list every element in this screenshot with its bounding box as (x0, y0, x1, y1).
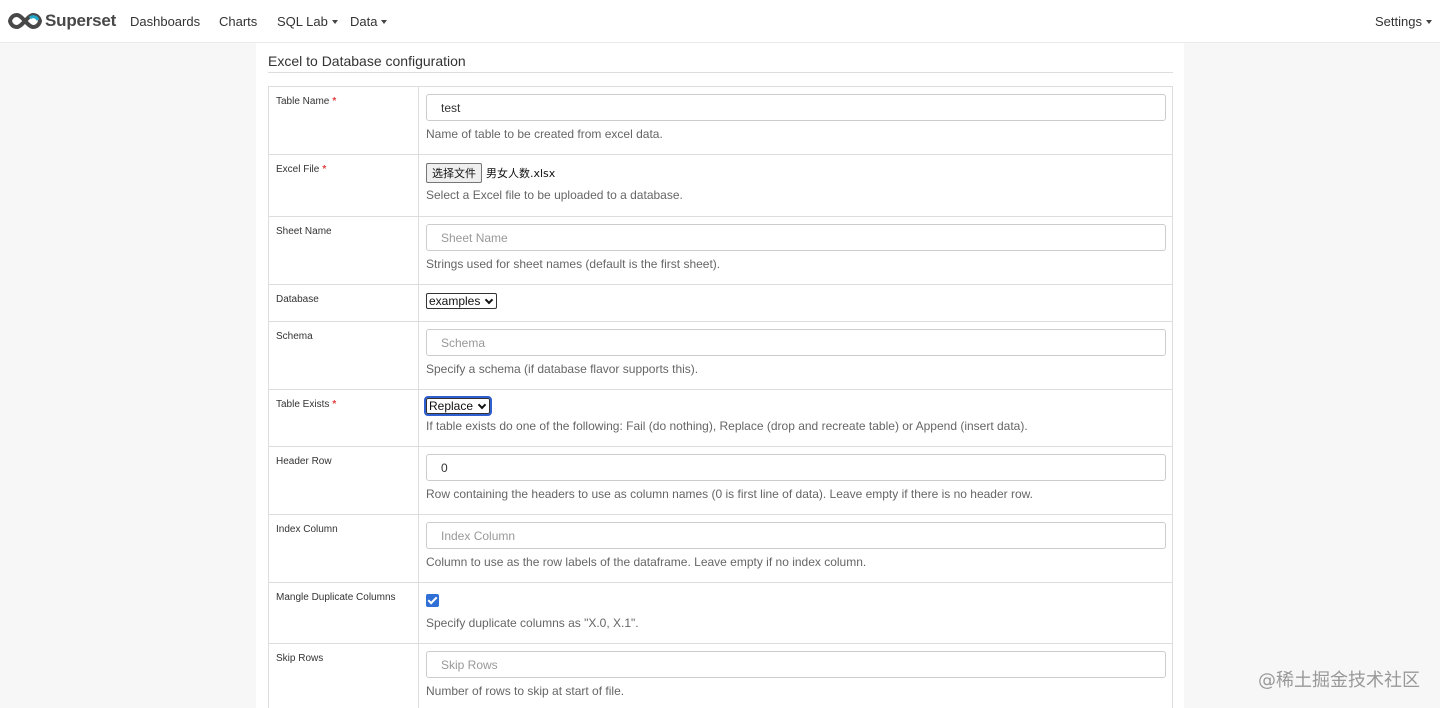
chevron-down-icon (477, 400, 487, 409)
skip-rows-label: Skip Rows (276, 653, 324, 664)
field-cell: Specify a schema (if database flavor sup… (418, 321, 1173, 390)
form-table: Table Name* Name of table to be created … (268, 86, 1173, 708)
field-cell: Column to use as the row labels of the d… (418, 514, 1173, 583)
table-name-label: Table Name (276, 96, 330, 107)
table-exists-help: If table exists do one of the following:… (426, 419, 1028, 433)
field-label: Mangle Duplicate Columns (268, 582, 419, 644)
form-row-excel-file: Excel File * 选择文件 男女人数.xlsx Select a Exce… (268, 154, 1173, 217)
field-cell: Number of rows to skip at start of file. (418, 643, 1173, 708)
required-asterisk: * (322, 164, 327, 175)
form-row-sheet-name: Sheet Name Strings used for sheet names … (268, 216, 1173, 285)
choose-file-button[interactable]: 选择文件 (426, 163, 482, 183)
nav-dashboards[interactable]: Dashboards (130, 14, 200, 29)
watermark-text: @稀土掘金技术社区 (1258, 670, 1420, 691)
database-select[interactable]: examples (426, 293, 498, 309)
excel-file-label: Excel File (276, 164, 320, 175)
schema-input[interactable] (426, 329, 1166, 356)
file-picker: 选择文件 男女人数.xlsx (426, 163, 1165, 183)
form-row-mangle-dupe: Mangle Duplicate Columns Specify duplica… (268, 582, 1173, 644)
table-name-help: Name of table to be created from excel d… (426, 127, 663, 141)
field-label: Table Exists * (268, 389, 419, 447)
skip-rows-input[interactable] (426, 651, 1166, 678)
index-column-label: Index Column (276, 524, 338, 535)
field-cell: 选择文件 男女人数.xlsx Select a Excel file to be… (418, 154, 1173, 217)
index-column-help: Column to use as the row labels of the d… (426, 555, 867, 569)
field-label: Index Column (268, 514, 419, 583)
field-cell: Replace If table exists do one of the fo… (418, 389, 1173, 447)
form-row-header-row: Header Row Row containing the headers to… (268, 446, 1173, 515)
form-row-index-column: Index Column Column to use as the row la… (268, 514, 1173, 583)
selected-file-name: 男女人数.xlsx (486, 167, 556, 180)
caret-down-icon (331, 19, 338, 24)
table-exists-selected-value: Replace (429, 399, 474, 413)
database-selected-value: examples (429, 294, 481, 308)
nav-data-label: Data (350, 14, 378, 29)
form-row-table-exists: Table Exists * Replace If table exists do… (268, 389, 1173, 447)
sheet-name-help: Strings used for sheet names (default is… (426, 257, 721, 271)
field-cell: Row containing the headers to use as col… (418, 446, 1173, 515)
schema-label: Schema (276, 331, 313, 342)
title-divider (268, 72, 1173, 73)
sheet-name-label: Sheet Name (276, 226, 332, 237)
chevron-down-icon (485, 295, 494, 304)
field-label: Database (268, 284, 419, 322)
caret-down-icon (1425, 19, 1432, 24)
table-exists-select[interactable]: Replace (423, 396, 493, 416)
field-cell: Strings used for sheet names (default is… (418, 216, 1173, 285)
field-label: Sheet Name (268, 216, 419, 285)
form-row-table-name: Table Name* Name of table to be created … (268, 86, 1173, 155)
field-label: Schema (268, 321, 419, 390)
form-row-skip-rows: Skip Rows Number of rows to skip at star… (268, 643, 1173, 708)
nav-sql-lab-label: SQL Lab (277, 14, 328, 29)
skip-rows-help: Number of rows to skip at start of file. (426, 684, 625, 698)
required-asterisk: * (332, 399, 337, 410)
top-navbar: Superset Dashboards Charts SQL Lab Data … (0, 0, 1440, 43)
nav-data[interactable]: Data (350, 14, 388, 29)
field-label: Header Row (268, 446, 419, 515)
nav-settings-label: Settings (1375, 14, 1422, 29)
header-row-help: Row containing the headers to use as col… (426, 487, 1033, 501)
form-row-schema: Schema Specify a schema (if database fla… (268, 321, 1173, 390)
table-name-input[interactable] (426, 94, 1166, 121)
header-row-input[interactable] (426, 454, 1166, 481)
table-exists-label: Table Exists (276, 399, 330, 410)
caret-down-icon (381, 19, 388, 24)
nav-settings[interactable]: Settings (1375, 14, 1432, 29)
brand-name: Superset (45, 11, 117, 30)
field-cell: Name of table to be created from excel d… (418, 86, 1173, 155)
form-row-database: Database examples (268, 284, 1173, 322)
schema-help: Specify a schema (if database flavor sup… (426, 362, 699, 376)
nav-sql-lab[interactable]: SQL Lab (277, 14, 338, 29)
field-label: Skip Rows (268, 643, 419, 708)
superset-logo-icon (8, 12, 42, 30)
mangle-dupe-label: Mangle Duplicate Columns (276, 592, 396, 603)
mangle-dupe-checkbox[interactable] (426, 594, 439, 607)
field-label: Excel File * (268, 154, 419, 217)
nav-charts[interactable]: Charts (219, 14, 257, 29)
required-asterisk: * (332, 96, 337, 107)
sheet-name-input[interactable] (426, 224, 1166, 251)
field-label: Table Name * (268, 86, 419, 155)
mangle-dupe-help: Specify duplicate columns as "X.0, X.1". (426, 616, 639, 630)
header-row-label: Header Row (276, 456, 332, 467)
superset-logo[interactable]: Superset (8, 10, 116, 32)
excel-file-help: Select a Excel file to be uploaded to a … (426, 188, 683, 202)
index-column-input[interactable] (426, 522, 1166, 549)
database-label: Database (276, 294, 319, 305)
form-title: Excel to Database configuration (268, 53, 466, 69)
field-cell: examples (418, 284, 1173, 322)
field-cell: Specify duplicate columns as "X.0, X.1". (418, 582, 1173, 644)
